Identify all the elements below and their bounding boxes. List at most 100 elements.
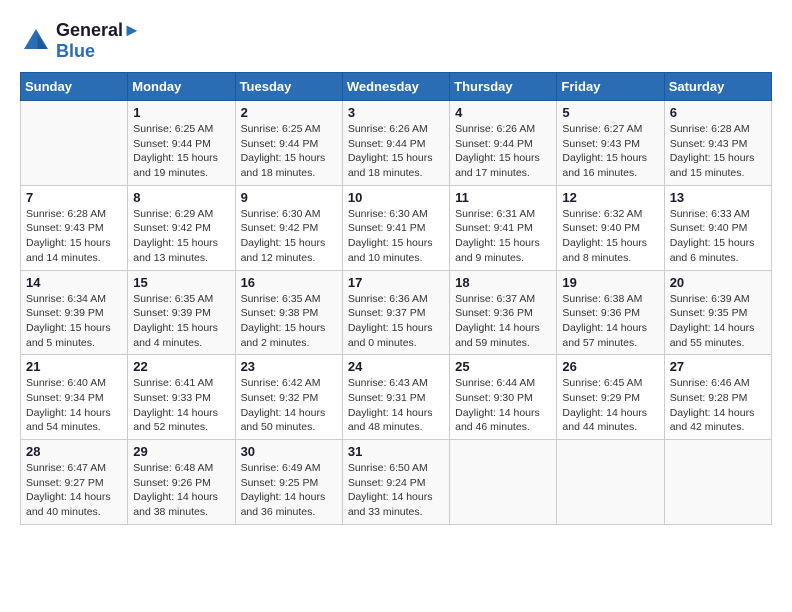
- day-info: Sunrise: 6:37 AMSunset: 9:36 PMDaylight:…: [455, 292, 551, 351]
- day-info: Sunrise: 6:49 AMSunset: 9:25 PMDaylight:…: [241, 461, 337, 520]
- day-info: Sunrise: 6:30 AMSunset: 9:42 PMDaylight:…: [241, 207, 337, 266]
- day-info: Sunrise: 6:27 AMSunset: 9:43 PMDaylight:…: [562, 122, 658, 181]
- day-number: 23: [241, 359, 337, 374]
- day-number: 31: [348, 444, 444, 459]
- day-info: Sunrise: 6:48 AMSunset: 9:26 PMDaylight:…: [133, 461, 229, 520]
- calendar-cell: 22 Sunrise: 6:41 AMSunset: 9:33 PMDayligh…: [128, 355, 235, 440]
- day-info: Sunrise: 6:31 AMSunset: 9:41 PMDaylight:…: [455, 207, 551, 266]
- day-info: Sunrise: 6:41 AMSunset: 9:33 PMDaylight:…: [133, 376, 229, 435]
- logo-icon: [20, 25, 52, 57]
- calendar-cell: 16 Sunrise: 6:35 AMSunset: 9:38 PMDayligh…: [235, 270, 342, 355]
- week-row-4: 21Sunrise: 6:40 AMSunset: 9:34 PMDayligh…: [21, 355, 772, 440]
- weekday-header-row: SundayMondayTuesdayWednesdayThursdayFrid…: [21, 73, 772, 101]
- day-number: 30: [241, 444, 337, 459]
- calendar-cell: 12 Sunrise: 6:32 AMSunset: 9:40 PMDayligh…: [557, 185, 664, 270]
- day-info: Sunrise: 6:50 AMSunset: 9:24 PMDaylight:…: [348, 461, 444, 520]
- day-number: 27: [670, 359, 766, 374]
- calendar-cell: [450, 440, 557, 525]
- calendar-cell: 27 Sunrise: 6:46 AMSunset: 9:28 PMDayligh…: [664, 355, 771, 440]
- calendar-cell: 20 Sunrise: 6:39 AMSunset: 9:35 PMDayligh…: [664, 270, 771, 355]
- day-number: 13: [670, 190, 766, 205]
- calendar-cell: 29 Sunrise: 6:48 AMSunset: 9:26 PMDayligh…: [128, 440, 235, 525]
- day-number: 17: [348, 275, 444, 290]
- logo: General► Blue: [20, 20, 141, 62]
- calendar-cell: 24 Sunrise: 6:43 AMSunset: 9:31 PMDayligh…: [342, 355, 449, 440]
- day-number: 15: [133, 275, 229, 290]
- calendar-cell: 13Sunrise: 6:33 AMSunset: 9:40 PMDayligh…: [664, 185, 771, 270]
- day-number: 16: [241, 275, 337, 290]
- day-info: Sunrise: 6:28 AMSunset: 9:43 PMDaylight:…: [26, 207, 122, 266]
- day-number: 20: [670, 275, 766, 290]
- day-info: Sunrise: 6:28 AMSunset: 9:43 PMDaylight:…: [670, 122, 766, 181]
- day-number: 14: [26, 275, 122, 290]
- calendar-cell: 15 Sunrise: 6:35 AMSunset: 9:39 PMDayligh…: [128, 270, 235, 355]
- day-info: Sunrise: 6:25 AMSunset: 9:44 PMDaylight:…: [133, 122, 229, 181]
- day-info: Sunrise: 6:25 AMSunset: 9:44 PMDaylight:…: [241, 122, 337, 181]
- calendar-cell: 11 Sunrise: 6:31 AMSunset: 9:41 PMDayligh…: [450, 185, 557, 270]
- calendar-cell: 31 Sunrise: 6:50 AMSunset: 9:24 PMDayligh…: [342, 440, 449, 525]
- calendar-cell: 17 Sunrise: 6:36 AMSunset: 9:37 PMDayligh…: [342, 270, 449, 355]
- week-row-1: 1 Sunrise: 6:25 AMSunset: 9:44 PMDaylight…: [21, 101, 772, 186]
- calendar-cell: 23Sunrise: 6:42 AMSunset: 9:32 PMDayligh…: [235, 355, 342, 440]
- day-number: 28: [26, 444, 122, 459]
- calendar-cell: 4Sunrise: 6:26 AMSunset: 9:44 PMDaylight…: [450, 101, 557, 186]
- week-row-5: 28Sunrise: 6:47 AMSunset: 9:27 PMDayligh…: [21, 440, 772, 525]
- day-number: 9: [241, 190, 337, 205]
- day-info: Sunrise: 6:32 AMSunset: 9:40 PMDaylight:…: [562, 207, 658, 266]
- day-info: Sunrise: 6:38 AMSunset: 9:36 PMDaylight:…: [562, 292, 658, 351]
- calendar-cell: 18 Sunrise: 6:37 AMSunset: 9:36 PMDayligh…: [450, 270, 557, 355]
- calendar-cell: 6 Sunrise: 6:28 AMSunset: 9:43 PMDaylight…: [664, 101, 771, 186]
- calendar-cell: [664, 440, 771, 525]
- weekday-header-thursday: Thursday: [450, 73, 557, 101]
- day-number: 29: [133, 444, 229, 459]
- day-info: Sunrise: 6:26 AMSunset: 9:44 PMDaylight:…: [348, 122, 444, 181]
- day-info: Sunrise: 6:29 AMSunset: 9:42 PMDaylight:…: [133, 207, 229, 266]
- week-row-3: 14 Sunrise: 6:34 AMSunset: 9:39 PMDayligh…: [21, 270, 772, 355]
- day-number: 19: [562, 275, 658, 290]
- week-row-2: 7Sunrise: 6:28 AMSunset: 9:43 PMDaylight…: [21, 185, 772, 270]
- calendar-cell: [21, 101, 128, 186]
- day-info: Sunrise: 6:43 AMSunset: 9:31 PMDaylight:…: [348, 376, 444, 435]
- day-number: 24: [348, 359, 444, 374]
- day-number: 10: [348, 190, 444, 205]
- day-number: 11: [455, 190, 551, 205]
- calendar-cell: 7Sunrise: 6:28 AMSunset: 9:43 PMDaylight…: [21, 185, 128, 270]
- calendar-cell: 14 Sunrise: 6:34 AMSunset: 9:39 PMDayligh…: [21, 270, 128, 355]
- calendar-cell: 21Sunrise: 6:40 AMSunset: 9:34 PMDayligh…: [21, 355, 128, 440]
- day-number: 12: [562, 190, 658, 205]
- day-info: Sunrise: 6:46 AMSunset: 9:28 PMDaylight:…: [670, 376, 766, 435]
- day-number: 6: [670, 105, 766, 120]
- calendar-cell: 3 Sunrise: 6:26 AMSunset: 9:44 PMDaylight…: [342, 101, 449, 186]
- day-info: Sunrise: 6:26 AMSunset: 9:44 PMDaylight:…: [455, 122, 551, 181]
- day-number: 22: [133, 359, 229, 374]
- calendar-cell: 25Sunrise: 6:44 AMSunset: 9:30 PMDayligh…: [450, 355, 557, 440]
- calendar-cell: 5Sunrise: 6:27 AMSunset: 9:43 PMDaylight…: [557, 101, 664, 186]
- day-info: Sunrise: 6:45 AMSunset: 9:29 PMDaylight:…: [562, 376, 658, 435]
- calendar-cell: 2Sunrise: 6:25 AMSunset: 9:44 PMDaylight…: [235, 101, 342, 186]
- day-number: 3: [348, 105, 444, 120]
- day-info: Sunrise: 6:36 AMSunset: 9:37 PMDaylight:…: [348, 292, 444, 351]
- weekday-header-sunday: Sunday: [21, 73, 128, 101]
- day-info: Sunrise: 6:30 AMSunset: 9:41 PMDaylight:…: [348, 207, 444, 266]
- weekday-header-friday: Friday: [557, 73, 664, 101]
- calendar-cell: 8Sunrise: 6:29 AMSunset: 9:42 PMDaylight…: [128, 185, 235, 270]
- calendar-table: SundayMondayTuesdayWednesdayThursdayFrid…: [20, 72, 772, 525]
- calendar-cell: 19 Sunrise: 6:38 AMSunset: 9:36 PMDayligh…: [557, 270, 664, 355]
- day-number: 18: [455, 275, 551, 290]
- day-info: Sunrise: 6:34 AMSunset: 9:39 PMDaylight:…: [26, 292, 122, 351]
- day-info: Sunrise: 6:40 AMSunset: 9:34 PMDaylight:…: [26, 376, 122, 435]
- calendar-cell: 1 Sunrise: 6:25 AMSunset: 9:44 PMDaylight…: [128, 101, 235, 186]
- day-info: Sunrise: 6:35 AMSunset: 9:39 PMDaylight:…: [133, 292, 229, 351]
- calendar-cell: 28Sunrise: 6:47 AMSunset: 9:27 PMDayligh…: [21, 440, 128, 525]
- day-info: Sunrise: 6:39 AMSunset: 9:35 PMDaylight:…: [670, 292, 766, 351]
- weekday-header-wednesday: Wednesday: [342, 73, 449, 101]
- weekday-header-saturday: Saturday: [664, 73, 771, 101]
- day-number: 26: [562, 359, 658, 374]
- calendar-cell: 9 Sunrise: 6:30 AMSunset: 9:42 PMDaylight…: [235, 185, 342, 270]
- calendar-cell: 30 Sunrise: 6:49 AMSunset: 9:25 PMDayligh…: [235, 440, 342, 525]
- day-info: Sunrise: 6:35 AMSunset: 9:38 PMDaylight:…: [241, 292, 337, 351]
- calendar-cell: 10 Sunrise: 6:30 AMSunset: 9:41 PMDayligh…: [342, 185, 449, 270]
- day-number: 1: [133, 105, 229, 120]
- page-header: General► Blue: [20, 20, 772, 62]
- calendar-cell: [557, 440, 664, 525]
